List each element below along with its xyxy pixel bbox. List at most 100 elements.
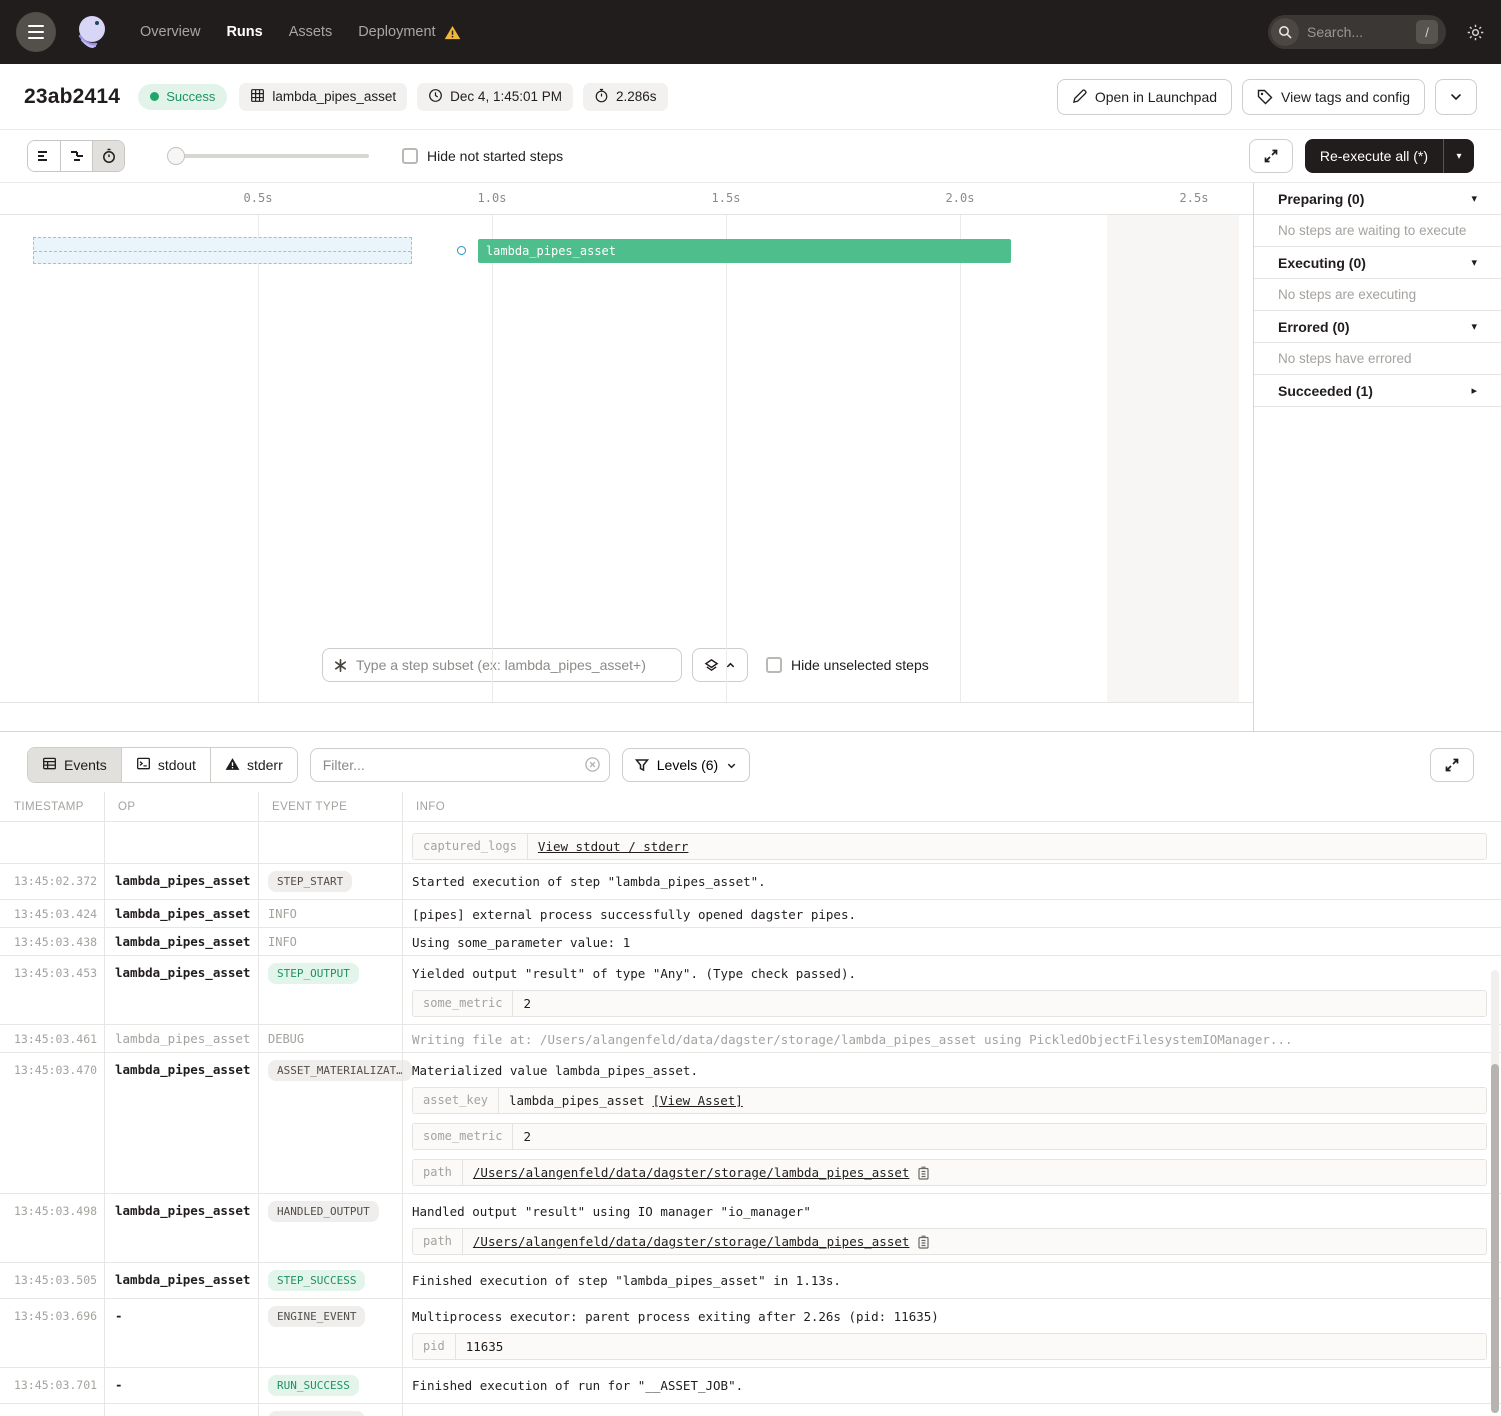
nav-item-overview[interactable]: Overview: [140, 24, 200, 40]
view-asset-link[interactable]: [View Asset]: [653, 1093, 743, 1108]
sidebar-section-errored[interactable]: Errored (0)▾: [1254, 311, 1501, 343]
log-row[interactable]: 13:45:03.461lambda_pipes_assetDEBUGWriti…: [0, 1025, 1501, 1053]
log-row[interactable]: 13:45:03.498lambda_pipes_assetHANDLED_OU…: [0, 1194, 1501, 1263]
reexecute-all-button[interactable]: Re-execute all (*): [1305, 139, 1443, 173]
log-event-type: STEP_START: [258, 871, 402, 892]
event-type-pill: ASSET_MATERIALIZAT…: [268, 1060, 412, 1081]
tag-value-link[interactable]: /Users/alangenfeld/data/dagster/storage/…: [473, 1234, 910, 1249]
tab-stderr[interactable]: stderr: [210, 748, 297, 782]
tag-icon: [1257, 89, 1273, 105]
search-input[interactable]: [1307, 24, 1408, 40]
step-layers-button[interactable]: [692, 648, 748, 682]
dagster-logo-icon[interactable]: [70, 10, 114, 54]
nav-item-runs[interactable]: Runs: [226, 24, 262, 40]
top-nav: Overview Runs Assets Deployment /: [0, 0, 1501, 64]
log-row[interactable]: 13:45:03.470lambda_pipes_assetASSET_MATE…: [0, 1053, 1501, 1194]
filter-funnel-icon: [635, 758, 649, 772]
sidebar-empty-text: No steps are waiting to execute: [1254, 215, 1501, 247]
global-search[interactable]: /: [1268, 15, 1446, 49]
checkbox-icon[interactable]: [402, 148, 418, 164]
log-info: Using some_parameter value: 1: [402, 932, 1501, 950]
log-scrollbar-thumb[interactable]: [1491, 1064, 1499, 1413]
log-event-type: INFO: [258, 932, 402, 951]
tab-events[interactable]: Events: [28, 748, 121, 782]
nav-links: Overview Runs Assets Deployment: [140, 24, 461, 40]
event-type-text: DEBUG: [268, 1029, 304, 1046]
event-type-pill: HANDLED_OUTPUT: [268, 1201, 379, 1222]
run-tag[interactable]: lambda_pipes_asset: [239, 83, 407, 111]
timed-view-icon[interactable]: [92, 141, 124, 171]
tag-value-link[interactable]: View stdout / stderr: [538, 839, 689, 854]
log-fullscreen-button[interactable]: [1430, 748, 1474, 782]
log-row[interactable]: captured_logs View stdout / stderr: [0, 822, 1501, 864]
pencil-icon: [1072, 89, 1087, 104]
log-op: lambda_pipes_asset: [104, 932, 258, 949]
log-row[interactable]: 13:45:02.372lambda_pipes_assetSTEP_START…: [0, 864, 1501, 900]
expand-icon: [1444, 757, 1460, 773]
log-tabs: Eventsstdoutstderr: [27, 747, 298, 783]
gantt-axis: 0.5s1.0s1.5s2.0s2.5s: [0, 183, 1253, 215]
hide-not-started-checkbox[interactable]: Hide not started steps: [402, 148, 563, 164]
nav-item-assets[interactable]: Assets: [289, 24, 333, 40]
gantt-overrun-zone: [1107, 215, 1239, 702]
log-row[interactable]: 13:45:03.505lambda_pipes_assetSTEP_SUCCE…: [0, 1263, 1501, 1299]
log-row[interactable]: 13:45:03.424lambda_pipes_assetINFO[pipes…: [0, 900, 1501, 928]
log-timestamp: 13:45:02.372: [0, 871, 104, 888]
log-filter-input[interactable]: [310, 748, 610, 782]
log-row[interactable]: 13:45:03.701-RUN_SUCCESSFinished executi…: [0, 1368, 1501, 1404]
tag-key: path: [413, 1160, 463, 1185]
checkbox-icon[interactable]: [766, 657, 782, 673]
levels-filter-button[interactable]: Levels (6): [622, 748, 750, 782]
gantt-fullscreen-button[interactable]: [1249, 139, 1293, 173]
log-row[interactable]: 13:45:03.438lambda_pipes_assetINFOUsing …: [0, 928, 1501, 956]
tag-key: captured_logs: [413, 834, 528, 859]
run-tag[interactable]: Dec 4, 1:45:01 PM: [417, 83, 573, 111]
clear-filter-icon[interactable]: [584, 756, 601, 773]
event-tag: some_metric2: [412, 1123, 1487, 1150]
log-timestamp: 13:45:03.498: [0, 1201, 104, 1218]
chevron-right-icon: ▸: [1471, 384, 1477, 397]
tag-key: path: [413, 1229, 463, 1254]
log-info: captured_logs View stdout / stderr: [402, 824, 1501, 860]
log-row[interactable]: 13:45:03.696-ENGINE_EVENTMultiprocess ex…: [0, 1299, 1501, 1368]
zoom-slider-knob[interactable]: [167, 147, 185, 165]
tab-stdout[interactable]: stdout: [121, 748, 210, 782]
tag-value-link[interactable]: /Users/alangenfeld/data/dagster/storage/…: [473, 1165, 910, 1180]
column-header: OP: [104, 801, 258, 813]
step-subset-field[interactable]: [322, 648, 682, 682]
open-in-launchpad-button[interactable]: Open in Launchpad: [1057, 79, 1232, 115]
flat-view-icon[interactable]: [28, 141, 60, 171]
copy-icon[interactable]: [917, 1235, 930, 1249]
events-table: TIMESTAMPOPEVENT TYPEINFO captured_logsV…: [0, 792, 1501, 1416]
view-tags-config-button[interactable]: View tags and config: [1242, 79, 1425, 115]
log-panel: Eventsstdoutstderr Levels (6) TIMESTAMPO…: [0, 731, 1501, 1416]
gantt-waiting-box: [33, 237, 412, 264]
log-info: Started execution of step "lambda_pipes_…: [402, 871, 1501, 889]
log-message: Multiprocess executor: parent process ex…: [412, 1306, 1487, 1324]
log-row[interactable]: 13:45:03.453lambda_pipes_assetSTEP_OUTPU…: [0, 956, 1501, 1025]
zoom-slider[interactable]: [169, 154, 369, 158]
waterfall-view-icon[interactable]: [60, 141, 92, 171]
sidebar-section-preparing[interactable]: Preparing (0)▾: [1254, 183, 1501, 215]
gantt-step-bar[interactable]: lambda_pipes_asset: [478, 239, 1012, 263]
header-more-actions-button[interactable]: [1435, 79, 1477, 115]
clock-icon: [428, 88, 443, 106]
reexecute-dropdown-caret[interactable]: ▾: [1444, 139, 1474, 173]
sidebar-section-succeeded[interactable]: Succeeded (1)▸: [1254, 375, 1501, 407]
gantt-toolbar: Hide not started steps Re-execute all (*…: [0, 130, 1501, 183]
log-event-type: STEP_OUTPUT: [258, 963, 402, 984]
log-message: Handled output "result" using IO manager…: [412, 1201, 1487, 1219]
step-subset-input[interactable]: [356, 657, 671, 673]
run-tag[interactable]: 2.286s: [583, 83, 668, 111]
copy-icon[interactable]: [917, 1166, 930, 1180]
log-op: lambda_pipes_asset: [104, 1270, 258, 1287]
log-row[interactable]: 13:45:03.716-ENGINE_EVENTProcess for run…: [0, 1404, 1501, 1416]
log-timestamp: 13:45:03.701: [0, 1375, 104, 1392]
warning-icon: [225, 757, 240, 774]
sidebar-section-executing[interactable]: Executing (0)▾: [1254, 247, 1501, 279]
menu-icon[interactable]: [16, 12, 56, 52]
gear-icon[interactable]: [1466, 23, 1485, 42]
log-timestamp: 13:45:03.424: [0, 904, 104, 921]
nav-item-deployment[interactable]: Deployment: [358, 24, 460, 40]
hide-unselected-checkbox[interactable]: Hide unselected steps: [766, 657, 929, 673]
